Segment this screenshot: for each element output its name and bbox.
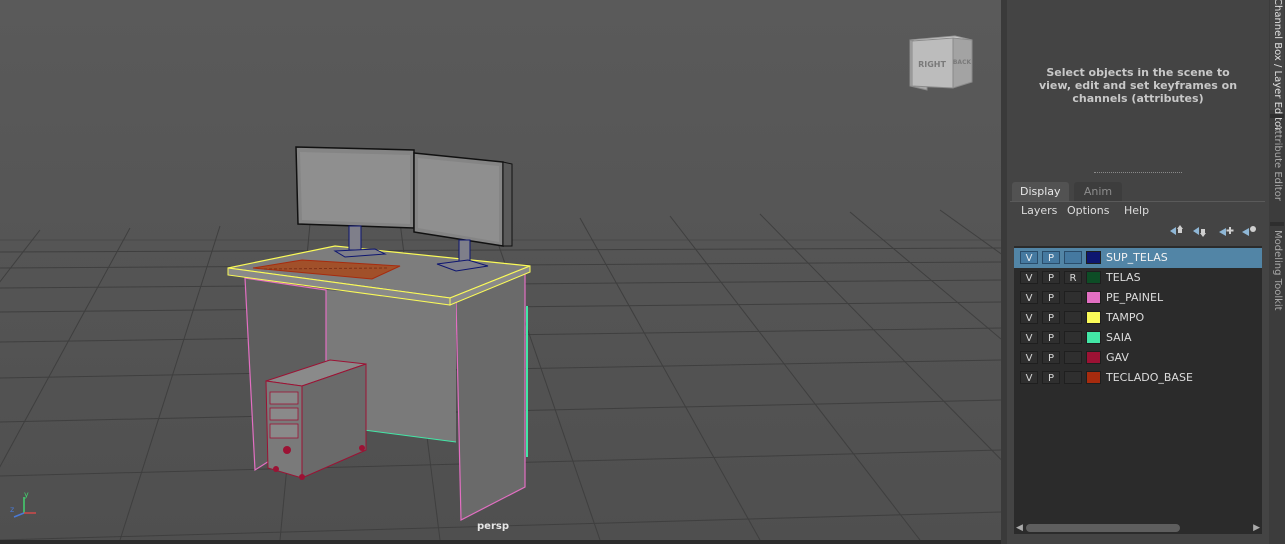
side-tab-attribute-editor[interactable]: Attribute Editor (1270, 124, 1284, 220)
visibility-toggle[interactable]: V (1020, 351, 1038, 364)
side-tab-separator (1270, 222, 1284, 226)
layer-name: SAIA (1106, 331, 1132, 344)
layer-color-swatch[interactable] (1086, 311, 1101, 324)
side-tab-modeling-toolkit[interactable]: Modeling Toolkit (1270, 230, 1284, 330)
layer-row-tampo[interactable]: V P TAMPO (1014, 308, 1262, 328)
layer-name: TELAS (1106, 271, 1141, 284)
layer-color-swatch[interactable] (1086, 351, 1101, 364)
playback-toggle[interactable]: P (1042, 291, 1060, 304)
display-type-toggle[interactable]: R (1064, 271, 1082, 284)
layer-row-saia[interactable]: V P SAIA (1014, 328, 1262, 348)
playback-toggle[interactable]: P (1042, 351, 1060, 364)
layer-row-telas[interactable]: V P R TELAS (1014, 268, 1262, 288)
display-type-toggle[interactable] (1064, 291, 1082, 304)
playback-toggle[interactable]: P (1042, 311, 1060, 324)
layer-row-pe-painel[interactable]: V P PE_PAINEL (1014, 288, 1262, 308)
move-layer-up-icon[interactable] (1166, 223, 1186, 239)
layer-editor: Display Anim Layers Options Help V P SUP… (1010, 182, 1265, 542)
desk-side-panel-right (455, 271, 528, 521)
move-layer-down-icon[interactable] (1189, 223, 1209, 239)
menu-options[interactable]: Options (1067, 203, 1109, 219)
camera-name-label: persp (477, 521, 509, 532)
layer-name: TECLADO_BASE (1106, 371, 1193, 384)
display-type-toggle[interactable] (1064, 331, 1082, 344)
horizontal-scrollbar[interactable]: ◀ ▶ (1014, 522, 1262, 534)
view-cube-side-label: BACK (953, 59, 972, 66)
layer-list: V P SUP_TELAS V P R TELAS V P PE_PAINEL … (1014, 246, 1262, 529)
view-cube-front-label: RIGHT (918, 60, 946, 69)
visibility-toggle[interactable]: V (1020, 371, 1038, 384)
layer-color-swatch[interactable] (1086, 271, 1101, 284)
layer-row-teclado-base[interactable]: V P TECLADO_BASE (1014, 368, 1262, 388)
layer-name: TAMPO (1106, 311, 1145, 324)
visibility-toggle[interactable]: V (1020, 331, 1038, 344)
layer-color-swatch[interactable] (1086, 371, 1101, 384)
display-type-toggle[interactable] (1064, 371, 1082, 384)
axis-y-label: y (24, 490, 29, 499)
scroll-right-arrow-icon[interactable]: ▶ (1253, 523, 1260, 533)
layer-row-sup-telas[interactable]: V P SUP_TELAS (1014, 248, 1262, 268)
layer-name: GAV (1106, 351, 1129, 364)
playback-toggle[interactable]: P (1042, 271, 1060, 284)
layer-color-swatch[interactable] (1086, 291, 1101, 304)
visibility-toggle[interactable]: V (1020, 251, 1038, 264)
new-empty-layer-icon[interactable] (1239, 223, 1259, 239)
visibility-toggle[interactable]: V (1020, 311, 1038, 324)
playback-toggle[interactable]: P (1042, 251, 1060, 264)
display-type-toggle[interactable] (1064, 351, 1082, 364)
scene-render[interactable]: RIGHT BACK y z (0, 0, 1001, 540)
axis-z-label: z (10, 505, 14, 514)
channel-box-empty-message: Select objects in the scene to view, edi… (1038, 66, 1238, 105)
new-layer-from-selected-icon[interactable] (1216, 223, 1236, 239)
side-tab-separator (1270, 114, 1284, 118)
layer-color-swatch[interactable] (1086, 331, 1101, 344)
side-tab-channel-box-layer-editor[interactable]: Channel Box / Layer Editor (1270, 0, 1284, 131)
scrollbar-thumb[interactable] (1026, 524, 1180, 532)
playback-toggle[interactable]: P (1042, 331, 1060, 344)
layer-row-gav[interactable]: V P GAV (1014, 348, 1262, 368)
channel-box: Select objects in the scene to view, edi… (1007, 0, 1269, 180)
visibility-toggle[interactable]: V (1020, 271, 1038, 284)
display-type-toggle[interactable] (1064, 251, 1082, 264)
layer-name: PE_PAINEL (1106, 291, 1164, 304)
playback-toggle[interactable]: P (1042, 371, 1060, 384)
viewport-bottom-border (0, 540, 1001, 544)
layer-color-swatch[interactable] (1086, 251, 1101, 264)
side-tab-strip: Channel Box / Layer Editor Attribute Edi… (1269, 0, 1285, 544)
visibility-toggle[interactable]: V (1020, 291, 1038, 304)
display-type-toggle[interactable] (1064, 311, 1082, 324)
menu-help[interactable]: Help (1124, 203, 1149, 219)
layer-name: SUP_TELAS (1106, 251, 1168, 264)
menu-layers[interactable]: Layers (1021, 203, 1057, 219)
tab-display[interactable]: Display (1012, 182, 1069, 201)
tab-anim[interactable]: Anim (1074, 182, 1122, 201)
perspective-viewport[interactable]: RIGHT BACK y z persp (0, 0, 1001, 540)
panel-resize-grip[interactable] (1094, 172, 1182, 173)
scroll-left-arrow-icon[interactable]: ◀ (1016, 523, 1023, 533)
tab-divider (1010, 201, 1265, 202)
view-cube[interactable]: RIGHT BACK (909, 35, 973, 91)
